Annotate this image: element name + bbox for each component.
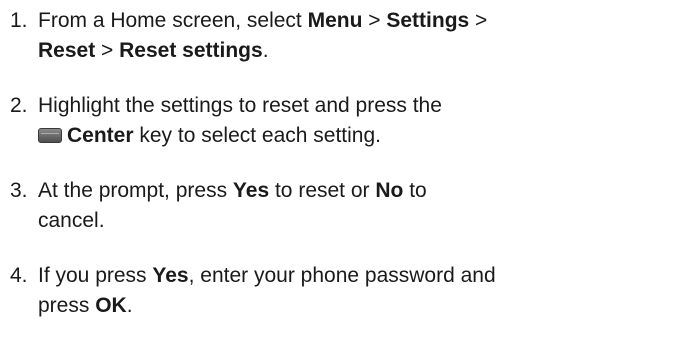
yes-term: Yes	[152, 264, 189, 287]
step-line: If you press Yes, enter your phone passw…	[38, 261, 674, 291]
step-line: press OK.	[38, 291, 674, 321]
step-number: 2.	[10, 94, 28, 117]
step-text: At the prompt, press Yes to reset or No …	[38, 176, 674, 236]
reset-settings-term: Reset settings	[119, 39, 263, 62]
text-run: press	[38, 294, 96, 317]
text-run: From a Home screen, select	[38, 9, 308, 32]
step-text: If you press Yes, enter your phone passw…	[38, 261, 674, 321]
reset-term: Reset	[38, 39, 96, 62]
step-line: Reset > Reset settings.	[38, 36, 674, 66]
step-line: Center key to select each setting.	[38, 121, 674, 151]
step-number: 1.	[10, 9, 28, 32]
text-run: .	[262, 39, 269, 62]
yes-term: Yes	[232, 179, 270, 202]
text-run: key to select each setting.	[133, 124, 381, 147]
step-line: Highlight the settings to reset and pres…	[38, 94, 442, 117]
text-run: to reset or	[269, 179, 376, 202]
step-text: Highlight the settings to reset and pres…	[38, 91, 674, 151]
text-run: .	[126, 294, 133, 317]
step-number: 3.	[10, 179, 28, 202]
center-term: Center	[67, 124, 134, 147]
separator: >	[362, 9, 387, 32]
ok-term: OK	[95, 294, 127, 317]
text-run: At the prompt, press	[38, 179, 233, 202]
no-term: No	[375, 179, 404, 202]
step-line: At the prompt, press Yes to reset or No …	[38, 176, 674, 206]
menu-term: Menu	[307, 9, 363, 32]
text-run: If you press	[38, 264, 153, 287]
step-number: 4.	[10, 264, 28, 287]
separator: >	[95, 39, 120, 62]
step-text: From a Home screen, select Menu > Settin…	[38, 6, 674, 66]
step-line: cancel.	[38, 209, 105, 232]
separator: >	[469, 9, 488, 32]
settings-term: Settings	[386, 9, 470, 32]
step-line: From a Home screen, select Menu > Settin…	[38, 6, 674, 36]
text-run: to	[403, 179, 427, 202]
text-run: , enter your phone password and	[188, 264, 496, 287]
center-key-icon	[38, 128, 62, 143]
